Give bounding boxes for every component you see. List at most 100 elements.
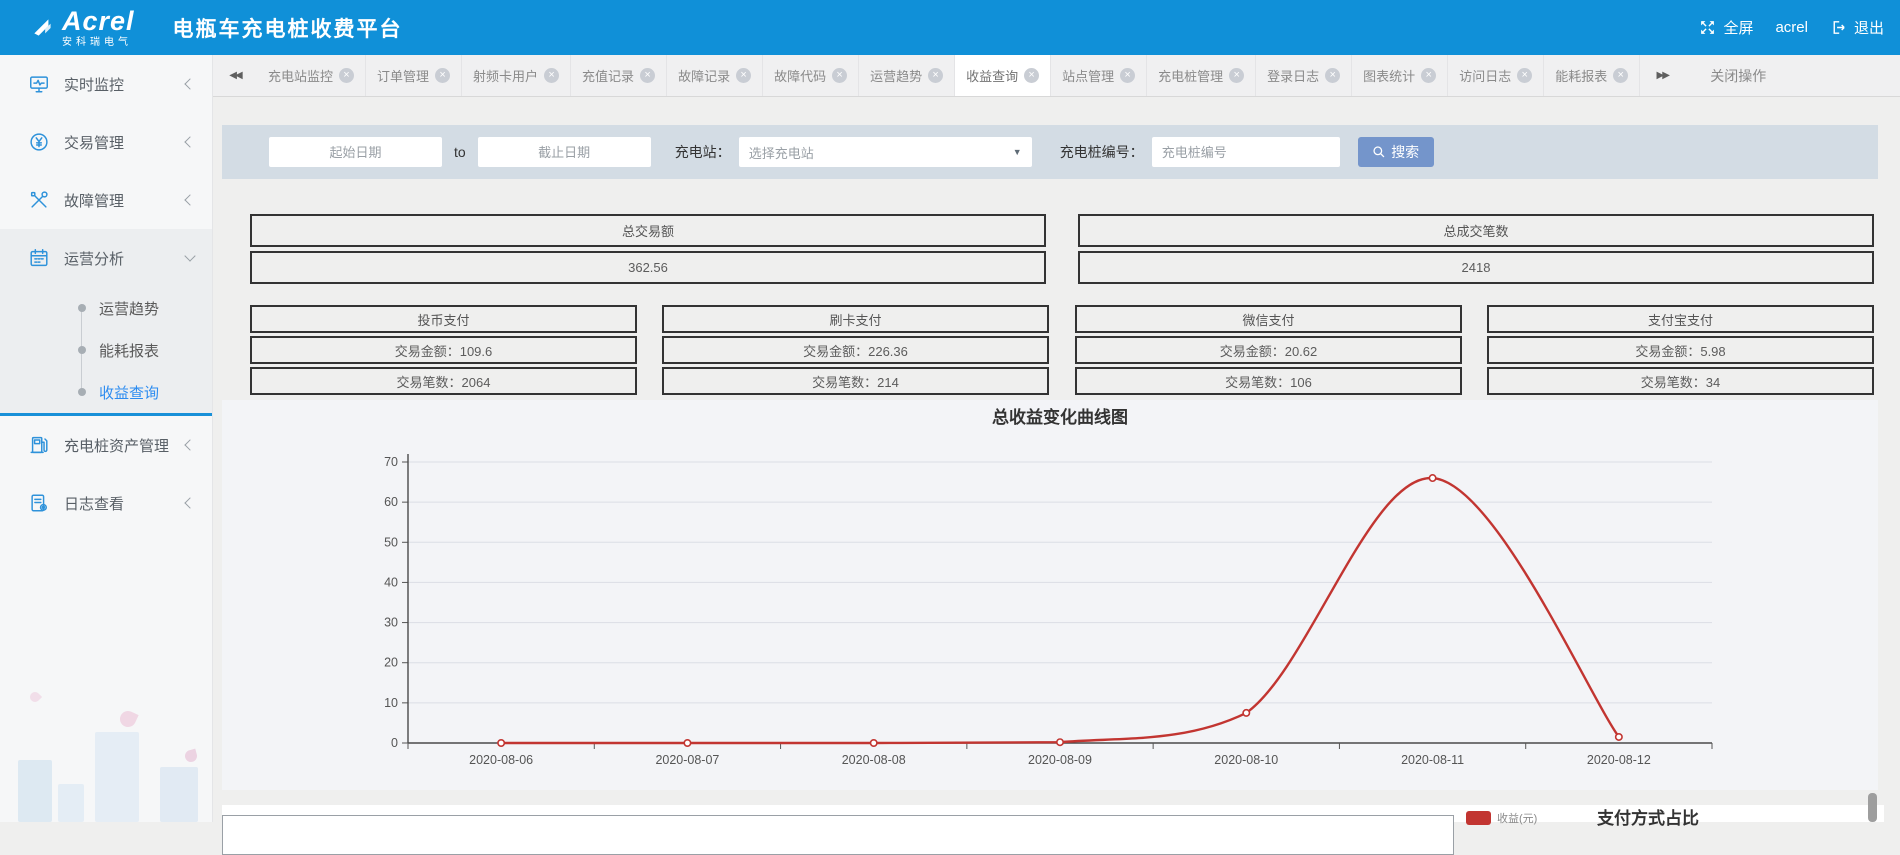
tab-故障代码[interactable]: 故障代码× — [763, 55, 859, 96]
pile-number-input[interactable] — [1152, 137, 1340, 167]
tab-站点管理[interactable]: 站点管理× — [1051, 55, 1147, 96]
sidebar-item-实时监控[interactable]: 实时监控 — [0, 55, 212, 113]
sidebar-item-充电桩资产管理[interactable]: 充电桩资产管理 — [0, 416, 212, 474]
payment-amount: 交易金额：20.62 — [1075, 336, 1462, 364]
x-tick-label: 2020-08-11 — [1401, 753, 1464, 767]
sidebar-item-故障管理[interactable]: 故障管理 — [0, 171, 212, 229]
sidebar-item-交易管理[interactable]: 交易管理 — [0, 113, 212, 171]
start-date-input[interactable] — [269, 137, 442, 167]
tab-close-icon[interactable]: × — [1613, 68, 1628, 83]
tab-充电站监控[interactable]: 充电站监控× — [257, 55, 366, 96]
tab-label: 射频卡用户 — [473, 66, 538, 85]
sidebar-subitem-收益查询[interactable]: 收益查询 — [0, 371, 212, 413]
search-filter-bar: to 充电站： 选择充电站 ▼ 充电桩编号： 搜索 — [222, 125, 1878, 179]
tab-close-icon[interactable]: × — [1120, 68, 1135, 83]
tab-close-icon[interactable]: × — [736, 68, 751, 83]
chevron-left-icon — [184, 497, 195, 508]
payment-count: 交易笔数：214 — [662, 367, 1049, 395]
total-count-title: 总成交笔数 — [1078, 214, 1874, 247]
tab-射频卡用户[interactable]: 射频卡用户 × — [462, 55, 571, 96]
tab-充电桩管理[interactable]: 充电桩管理 × — [1147, 55, 1256, 96]
payment-amount: 交易金额：226.36 — [662, 336, 1049, 364]
chart-title: 总收益变化曲线图 — [408, 403, 1712, 428]
tab-订单管理[interactable]: 订单管理× — [366, 55, 462, 96]
tab-收益查询[interactable]: 收益查询× — [955, 55, 1051, 96]
search-button[interactable]: 搜索 — [1358, 137, 1434, 167]
sidebar-decoration — [160, 767, 198, 822]
payment-amount: 交易金额：109.6 — [250, 336, 637, 364]
next-section-box — [222, 815, 1454, 855]
fault-icon — [28, 189, 50, 211]
y-tick-label: 0 — [391, 736, 398, 750]
tab-close-icon[interactable]: × — [544, 68, 559, 83]
total-count-value: 2418 — [1078, 251, 1874, 284]
vertical-scrollbar-thumb[interactable] — [1868, 793, 1877, 822]
app-header: Acrel 安科瑞电气 电瓶车充电桩收费平台 全屏 acrel 退出 — [0, 0, 1900, 55]
y-tick-label: 40 — [384, 575, 398, 589]
tab-充值记录[interactable]: 充值记录× — [571, 55, 667, 96]
tab-close-icon[interactable]: × — [1229, 68, 1244, 83]
tab-label: 充电桩管理 — [1158, 66, 1223, 85]
tab-close-icon[interactable]: × — [928, 68, 943, 83]
station-label: 充电站： — [675, 142, 731, 162]
end-date-input[interactable] — [478, 137, 651, 167]
fullscreen-button[interactable]: 全屏 — [1699, 17, 1753, 38]
tab-登录日志[interactable]: 登录日志× — [1256, 55, 1352, 96]
tab-label: 访问日志 — [1459, 66, 1511, 85]
log-icon — [28, 492, 50, 514]
tab-访问日志[interactable]: 访问日志 × — [1448, 55, 1544, 96]
sidebar-subitem-能耗报表[interactable]: 能耗报表 — [0, 329, 212, 371]
tab-故障记录[interactable]: 故障记录 × — [667, 55, 763, 96]
sidebar-decoration — [184, 749, 199, 764]
tab-label: 图表统计 — [1363, 66, 1415, 85]
data-point-dot — [1243, 710, 1249, 716]
tab-close-icon[interactable]: × — [1325, 68, 1340, 83]
x-tick-label: 2020-08-12 — [1587, 753, 1651, 767]
logout-label: 退出 — [1854, 17, 1884, 38]
legend-label: 收益(元) — [1497, 810, 1537, 826]
sidebar-decoration — [58, 784, 84, 822]
payment-title: 支付宝支付 — [1487, 305, 1874, 333]
open-tabs-bar: ◀◀充电站监控×订单管理×射频卡用户×充值记录×故障记录×故障代码×运营趋势×收… — [213, 55, 1900, 97]
payment-amount: 交易金额：5.98 — [1487, 336, 1874, 364]
tab-close-icon[interactable]: × — [1024, 68, 1039, 83]
transaction-icon — [28, 131, 50, 153]
tab-scroll-right-icon[interactable]: ▶▶ — [1640, 55, 1684, 96]
acrel-logo-icon — [30, 15, 56, 41]
y-tick-label: 20 — [384, 656, 398, 670]
y-tick-label: 60 — [384, 495, 398, 509]
tab-close-icon[interactable]: × — [832, 68, 847, 83]
chevron-left-icon — [184, 194, 195, 205]
sidebar-subitem-label: 收益查询 — [99, 382, 159, 403]
tab-close-icon[interactable]: × — [640, 68, 655, 83]
sidebar-subitem-运营趋势[interactable]: 运营趋势 — [0, 287, 212, 329]
sidebar-item-label: 实时监控 — [64, 74, 186, 95]
tab-close-icon[interactable]: × — [339, 68, 354, 83]
tab-close-icon[interactable]: × — [1421, 68, 1436, 83]
logo-text: Acrel — [62, 8, 135, 35]
search-button-label: 搜索 — [1391, 142, 1419, 162]
close-operations-menu[interactable]: 关闭操作 — [1684, 55, 1766, 96]
sidebar-item-label: 交易管理 — [64, 132, 186, 153]
sidebar-item-运营分析[interactable]: 运营分析 — [0, 229, 212, 287]
tab-close-icon[interactable]: × — [435, 68, 450, 83]
tab-close-icon[interactable]: × — [1517, 68, 1532, 83]
y-tick-label: 70 — [384, 455, 398, 469]
legend-swatch — [1466, 811, 1491, 825]
tab-label: 运营趋势 — [870, 66, 922, 85]
sidebar-item-日志查看[interactable]: 日志查看 — [0, 474, 212, 532]
payment-title: 微信支付 — [1075, 305, 1462, 333]
tab-运营趋势[interactable]: 运营趋势 × — [859, 55, 955, 96]
tab-能耗报表[interactable]: 能耗报表× — [1544, 55, 1640, 96]
chevron-left-icon — [184, 136, 195, 147]
tab-图表统计[interactable]: 图表统计 × — [1352, 55, 1448, 96]
payment-title: 投币支付 — [250, 305, 637, 333]
logout-button[interactable]: 退出 — [1830, 17, 1884, 38]
total-amount-value: 362.56 — [250, 251, 1046, 284]
tab-label: 故障记录 — [678, 66, 730, 85]
station-select[interactable]: 选择充电站 ▼ — [739, 137, 1032, 167]
username[interactable]: acrel — [1775, 19, 1808, 36]
data-point-dot — [1429, 475, 1435, 481]
date-range-to-label: to — [454, 144, 466, 160]
tab-scroll-left-icon[interactable]: ◀◀ — [213, 55, 257, 96]
